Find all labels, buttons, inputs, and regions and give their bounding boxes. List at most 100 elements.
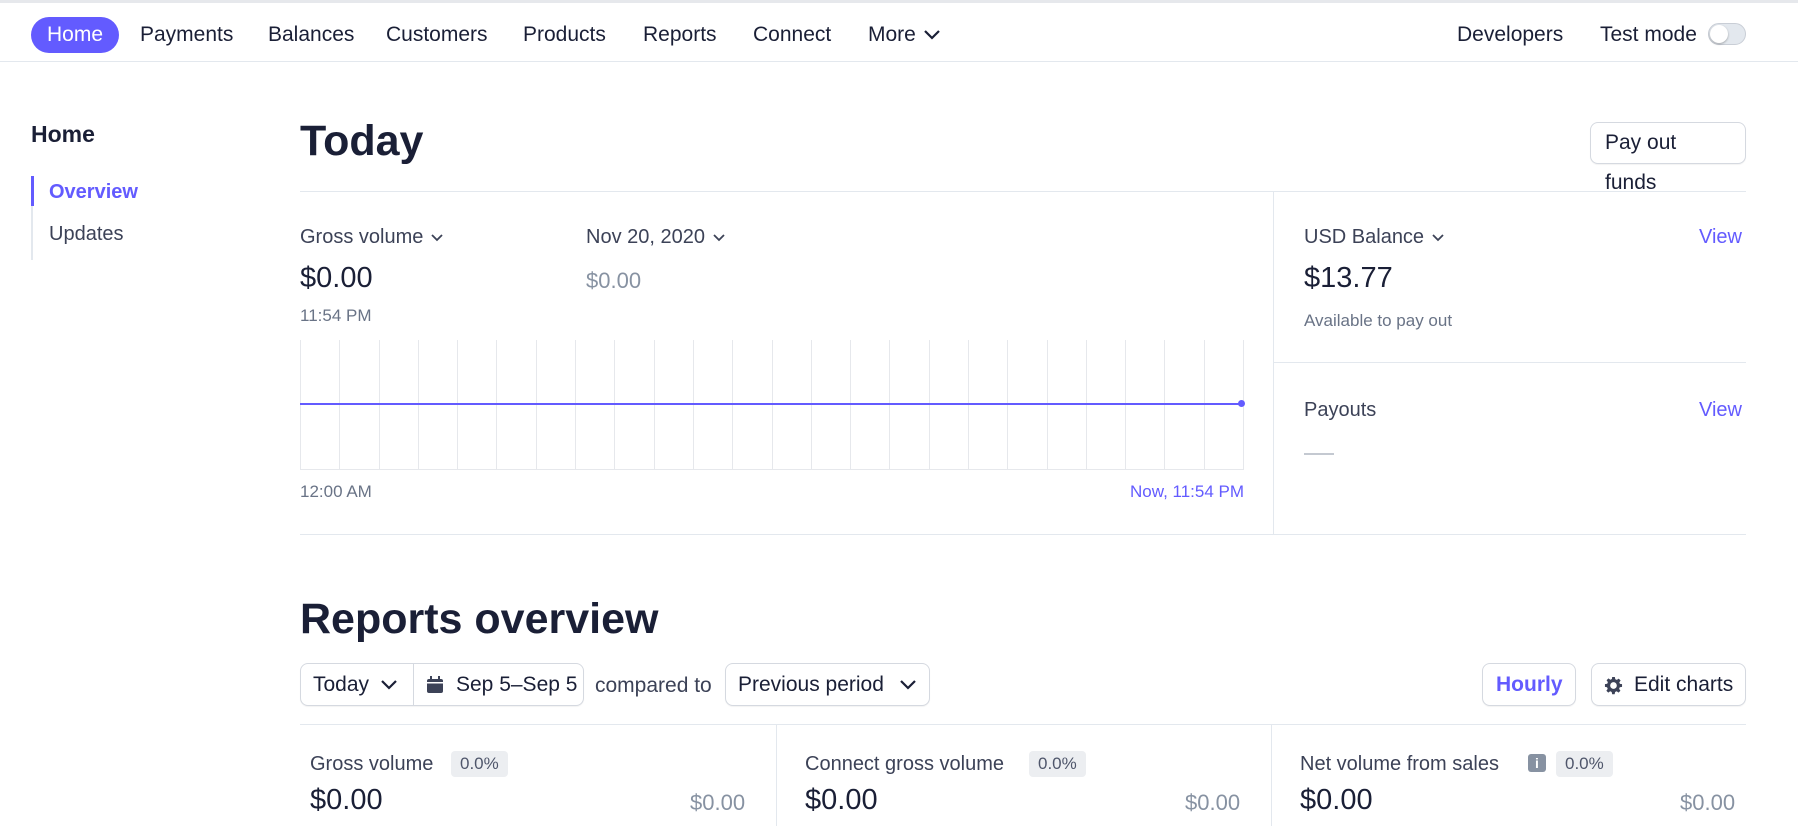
edit-charts-label: Edit charts	[1634, 673, 1734, 696]
chart-gridline	[575, 340, 576, 470]
nav-customers[interactable]: Customers	[386, 17, 488, 53]
nav-connect[interactable]: Connect	[753, 17, 831, 53]
compared-to-label: compared to	[595, 674, 712, 697]
chart-end-label: Now, 11:54 PM	[1130, 482, 1245, 501]
usd-balance-value: $13.77	[1304, 262, 1393, 294]
chart-start-label: 12:00 AM	[300, 482, 372, 501]
chart-gridline	[457, 340, 458, 470]
card-net-volume-label: Net volume from sales	[1300, 753, 1499, 775]
sidebar-item-overview[interactable]: Overview	[49, 181, 138, 204]
chevron-down-icon	[431, 234, 444, 241]
chevron-down-icon	[1432, 234, 1444, 241]
chart-gridline	[732, 340, 733, 470]
series-end-point	[1238, 400, 1245, 407]
toggle-knob	[1710, 25, 1728, 43]
payouts-empty-dash	[1304, 453, 1334, 455]
payouts-label: Payouts	[1304, 399, 1377, 421]
section-divider	[1273, 191, 1274, 535]
chevron-down-icon	[924, 30, 940, 41]
gross-volume-time: 11:54 PM	[300, 306, 372, 325]
chart-gridline	[811, 340, 812, 470]
compare-date-selector[interactable]: Nov 20, 2020	[586, 226, 725, 249]
top-navigation: Home Payments Balances Customers Product…	[0, 3, 1798, 62]
date-picker[interactable]: Sep 5–Sep 5	[414, 664, 583, 705]
divider	[300, 534, 1746, 535]
chart-gridline	[654, 340, 655, 470]
card-connect-gross-volume-previous: $0.00	[1185, 790, 1241, 815]
chart-gridline	[1164, 340, 1165, 470]
info-icon[interactable]: i	[1528, 754, 1546, 772]
card-gross-volume-label: Gross volume	[310, 753, 434, 775]
test-mode-label: Test mode	[1600, 23, 1697, 46]
card-gross-volume-value: $0.00	[310, 784, 383, 816]
gross-volume-selector[interactable]: Gross volume	[300, 226, 444, 249]
card-gross-volume-badge: 0.0%	[451, 751, 508, 777]
card-gross-volume-previous: $0.00	[690, 790, 746, 815]
nav-developers[interactable]: Developers	[1457, 17, 1563, 53]
chart-gridline	[1007, 340, 1008, 470]
series-line	[300, 403, 1241, 405]
balance-subtext: Available to pay out	[1304, 311, 1453, 330]
card-connect-gross-volume-value: $0.00	[805, 784, 878, 816]
chart-baseline	[300, 469, 1244, 470]
divider	[300, 191, 1746, 192]
card-divider	[1271, 724, 1272, 826]
sidebar-active-indicator	[31, 176, 34, 206]
chart-gridline	[536, 340, 537, 470]
edit-charts-button[interactable]: Edit charts	[1591, 663, 1746, 706]
gross-volume-value: $0.00	[300, 262, 373, 294]
nav-home[interactable]: Home	[31, 17, 119, 53]
range-dropdown[interactable]: Today	[301, 664, 413, 705]
comparison-dropdown[interactable]: Previous period	[725, 663, 930, 706]
divider	[1273, 362, 1746, 363]
chart-gridline	[496, 340, 497, 470]
divider	[300, 724, 1746, 725]
test-mode-toggle[interactable]	[1708, 23, 1746, 45]
chart-gridline	[379, 340, 380, 470]
chart-gridline	[300, 340, 301, 470]
chart-gridline	[614, 340, 615, 470]
range-label: Today	[313, 673, 370, 696]
page-title: Today	[300, 117, 424, 165]
chart-gridline	[968, 340, 969, 470]
chart-gridline	[772, 340, 773, 470]
nav-more[interactable]: More	[868, 17, 940, 53]
nav-products[interactable]: Products	[523, 17, 606, 53]
gross-volume-label: Gross volume	[300, 226, 424, 248]
chart-gridline	[1204, 340, 1205, 470]
comparison-label: Previous period	[738, 673, 884, 696]
card-net-volume-previous: $0.00	[1680, 790, 1736, 815]
chart-gridline	[1086, 340, 1087, 470]
hourly-button[interactable]: Hourly	[1482, 663, 1576, 706]
chart-gridline	[889, 340, 890, 470]
nav-reports[interactable]: Reports	[643, 17, 717, 53]
balance-view-link[interactable]: View	[1699, 226, 1742, 249]
nav-payments[interactable]: Payments	[140, 17, 233, 53]
calendar-icon	[427, 676, 443, 693]
chart-gridline	[1047, 340, 1048, 470]
gear-icon	[1604, 676, 1623, 695]
card-connect-gross-volume-label: Connect gross volume	[805, 753, 1004, 775]
payouts-view-link[interactable]: View	[1699, 399, 1742, 422]
chart-gridline	[693, 340, 694, 470]
hourly-label: Hourly	[1496, 673, 1563, 696]
card-divider	[776, 724, 777, 826]
nav-balances[interactable]: Balances	[268, 17, 354, 53]
chart-gridline	[339, 340, 340, 470]
chart-gridline	[929, 340, 930, 470]
date-range-label: Sep 5–Sep 5	[456, 673, 578, 696]
chevron-down-icon	[900, 680, 916, 690]
usd-balance-selector[interactable]: USD Balance	[1304, 226, 1444, 249]
chevron-down-icon	[713, 234, 725, 241]
card-net-volume-badge: 0.0%	[1556, 751, 1613, 777]
compare-value: $0.00	[586, 268, 642, 293]
card-connect-gross-volume-badge: 0.0%	[1029, 751, 1086, 777]
nav-more-label: More	[868, 23, 916, 46]
usd-balance-label: USD Balance	[1304, 226, 1425, 248]
card-net-volume-value: $0.00	[1300, 784, 1373, 816]
compare-date-label: Nov 20, 2020	[586, 226, 705, 248]
gross-volume-chart	[300, 340, 1245, 470]
chevron-down-icon	[381, 680, 397, 690]
pay-out-funds-button[interactable]: Pay out funds	[1590, 122, 1746, 194]
sidebar-item-updates[interactable]: Updates	[49, 223, 124, 246]
